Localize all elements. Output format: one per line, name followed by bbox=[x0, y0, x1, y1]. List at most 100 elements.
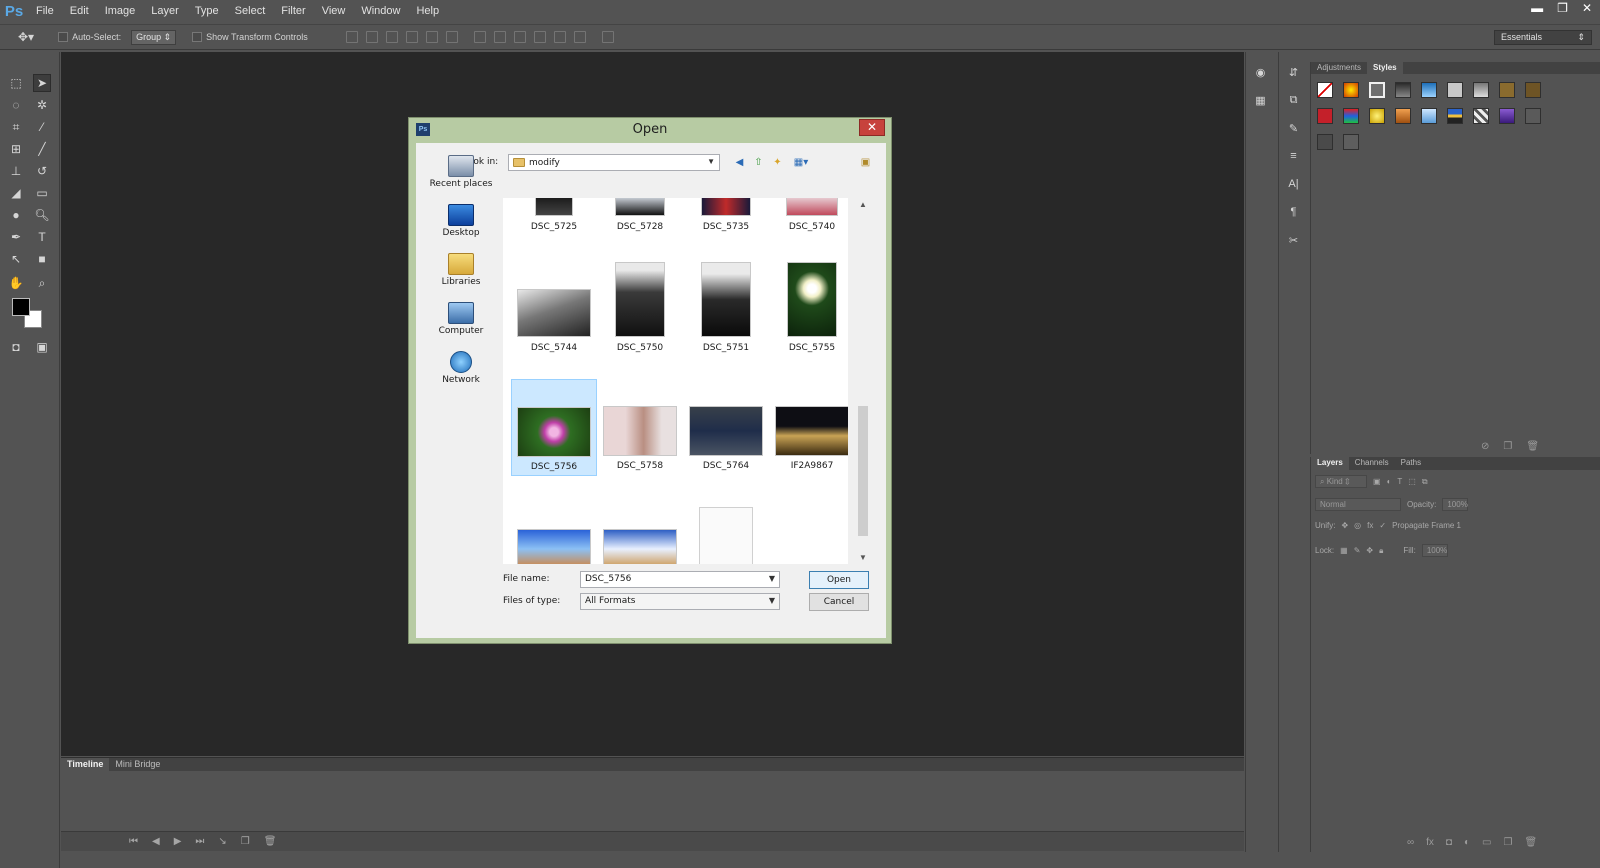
place-libraries[interactable]: Libraries bbox=[426, 253, 496, 287]
clone-source-icon[interactable]: ⧉ bbox=[1286, 94, 1302, 108]
menu-file[interactable]: File bbox=[28, 0, 62, 22]
style-swatch[interactable] bbox=[1317, 108, 1333, 124]
tab-styles[interactable]: Styles bbox=[1367, 62, 1403, 74]
prev-frame-icon[interactable]: ◀ bbox=[152, 836, 160, 847]
lock-pixels-icon[interactable]: ✎ bbox=[1354, 546, 1361, 555]
rectangle-tool-icon[interactable]: ■ bbox=[33, 250, 51, 268]
move-tool-button[interactable]: ➤ bbox=[33, 74, 51, 92]
unify-style-icon[interactable]: fx bbox=[1367, 521, 1373, 530]
history-icon[interactable]: ◉ bbox=[1253, 66, 1269, 80]
tab-channels[interactable]: Channels bbox=[1349, 457, 1395, 470]
look-in-combo[interactable]: modify ▼ bbox=[508, 154, 720, 171]
pen-tool-icon[interactable]: ✒ bbox=[7, 228, 25, 246]
list-item[interactable]: DSC_5758 bbox=[597, 379, 683, 499]
layer-style-icon[interactable]: fx bbox=[1426, 837, 1434, 848]
character-icon[interactable]: A| bbox=[1286, 178, 1302, 192]
tool-presets-icon[interactable]: ✂ bbox=[1286, 234, 1302, 248]
style-swatch[interactable] bbox=[1447, 108, 1463, 124]
list-item[interactable]: DSC_5740 bbox=[769, 198, 848, 232]
dodge-tool-icon[interactable]: 🔍︎ bbox=[33, 206, 51, 224]
style-swatch[interactable] bbox=[1395, 108, 1411, 124]
list-item[interactable]: DSC_5744 bbox=[511, 258, 597, 378]
style-swatch[interactable] bbox=[1343, 82, 1359, 98]
magic-wand-tool-icon[interactable]: ✲ bbox=[33, 96, 51, 114]
distribute-hcenter-icon[interactable] bbox=[553, 31, 566, 43]
zoom-tool-icon[interactable]: ⌕ bbox=[33, 274, 51, 292]
list-item-selected[interactable]: DSC_5756 bbox=[511, 379, 597, 476]
lock-all-icon[interactable]: 🔒︎ bbox=[1379, 546, 1383, 556]
file-list-scrollbar[interactable]: ▲ ▼ bbox=[856, 198, 870, 564]
chevron-down-icon[interactable]: ▼ bbox=[769, 574, 775, 583]
distribute-bottom-icon[interactable] bbox=[513, 31, 526, 43]
style-swatch[interactable] bbox=[1447, 82, 1463, 98]
auto-select-dropdown[interactable]: Group ⇕ bbox=[131, 29, 177, 45]
brush-panel-icon[interactable]: ✎ bbox=[1286, 122, 1302, 136]
duplicate-frame-icon[interactable]: ❐ bbox=[241, 836, 250, 847]
folder-action-icon[interactable]: ▣ bbox=[859, 156, 872, 169]
filter-pixel-icon[interactable]: ▣ bbox=[1373, 477, 1381, 486]
lasso-tool-icon[interactable]: ◌ bbox=[7, 96, 25, 114]
list-item[interactable]: DSC_5755 bbox=[769, 258, 848, 378]
new-style-icon[interactable]: ❐ bbox=[1503, 441, 1512, 452]
style-swatch[interactable] bbox=[1395, 82, 1411, 98]
new-folder-icon[interactable]: ✦ bbox=[771, 156, 784, 169]
adjustment-layer-icon[interactable]: ◐ bbox=[1464, 837, 1470, 848]
first-frame-icon[interactable]: ⏮ bbox=[129, 836, 138, 847]
paragraph-icon[interactable]: ¶ bbox=[1286, 206, 1302, 220]
blur-tool-icon[interactable]: ● bbox=[7, 206, 25, 224]
distribute-left-icon[interactable] bbox=[533, 31, 546, 43]
distribute-right-icon[interactable] bbox=[573, 31, 586, 43]
blend-mode-select[interactable]: Normal bbox=[1315, 498, 1401, 511]
align-vcenter-icon[interactable] bbox=[365, 31, 378, 43]
menu-layer[interactable]: Layer bbox=[143, 0, 187, 22]
list-item[interactable]: DSC_5735 bbox=[683, 198, 769, 232]
type-tool-icon[interactable]: T bbox=[33, 228, 51, 246]
style-swatch[interactable] bbox=[1499, 108, 1515, 124]
eraser-tool-icon[interactable]: ◢ bbox=[7, 184, 25, 202]
list-item[interactable]: DSC_5725 bbox=[511, 198, 597, 232]
style-swatch[interactable] bbox=[1525, 82, 1541, 98]
menu-window[interactable]: Window bbox=[353, 0, 408, 22]
layer-filter-kind[interactable]: ⌕ Kind ⇕ bbox=[1315, 475, 1367, 488]
restore-icon[interactable]: ❐ bbox=[1557, 1, 1568, 15]
view-menu-icon[interactable]: ▦▾ bbox=[790, 156, 812, 169]
style-swatch[interactable] bbox=[1421, 82, 1437, 98]
list-item[interactable] bbox=[511, 501, 597, 564]
unify-visibility-icon[interactable]: ◎ bbox=[1354, 521, 1361, 530]
screen-mode-icon[interactable]: ▣ bbox=[33, 338, 51, 356]
marquee-tool-icon[interactable]: ⬚ bbox=[7, 74, 25, 92]
distribute-top-icon[interactable] bbox=[473, 31, 486, 43]
filter-smart-object-icon[interactable]: ⧉ bbox=[1422, 477, 1428, 487]
tab-timeline[interactable]: Timeline bbox=[61, 758, 110, 771]
style-swatch[interactable] bbox=[1525, 108, 1541, 124]
new-group-icon[interactable]: ▭ bbox=[1482, 837, 1491, 848]
align-hcenter-icon[interactable] bbox=[425, 31, 438, 43]
style-swatch[interactable] bbox=[1421, 108, 1437, 124]
tab-layers[interactable]: Layers bbox=[1311, 457, 1349, 470]
style-swatch[interactable] bbox=[1317, 134, 1333, 150]
list-item[interactable] bbox=[597, 501, 683, 564]
healing-brush-tool-icon[interactable]: ⊞ bbox=[7, 140, 25, 158]
new-layer-icon[interactable]: ❐ bbox=[1503, 837, 1512, 848]
hand-tool-icon[interactable]: ✋ bbox=[7, 274, 25, 292]
filter-shape-icon[interactable]: ⬚ bbox=[1408, 477, 1416, 486]
brush-presets-icon[interactable]: ≡ bbox=[1286, 150, 1302, 164]
menu-view[interactable]: View bbox=[314, 0, 354, 22]
opacity-input[interactable]: 100% bbox=[1442, 498, 1469, 511]
menu-help[interactable]: Help bbox=[408, 0, 447, 22]
propagate-checkbox[interactable]: ✓ bbox=[1379, 521, 1386, 530]
style-swatch[interactable] bbox=[1343, 108, 1359, 124]
lock-position-icon[interactable]: ✥ bbox=[1366, 546, 1373, 555]
place-network[interactable]: Network bbox=[426, 351, 496, 385]
actions-icon[interactable]: ⇵ bbox=[1286, 66, 1302, 80]
gradient-tool-icon[interactable]: ▭ bbox=[33, 184, 51, 202]
tab-paths[interactable]: Paths bbox=[1395, 457, 1427, 470]
auto-select-checkbox[interactable] bbox=[58, 32, 69, 42]
unify-position-icon[interactable]: ✥ bbox=[1341, 521, 1348, 530]
align-bottom-icon[interactable] bbox=[385, 31, 398, 43]
close-icon[interactable]: ✕ bbox=[1582, 1, 1592, 15]
foreground-color-swatch[interactable] bbox=[12, 298, 30, 316]
clone-stamp-tool-icon[interactable]: ⊥ bbox=[7, 162, 25, 180]
place-computer[interactable]: Computer bbox=[426, 302, 496, 336]
align-right-icon[interactable] bbox=[445, 31, 458, 43]
